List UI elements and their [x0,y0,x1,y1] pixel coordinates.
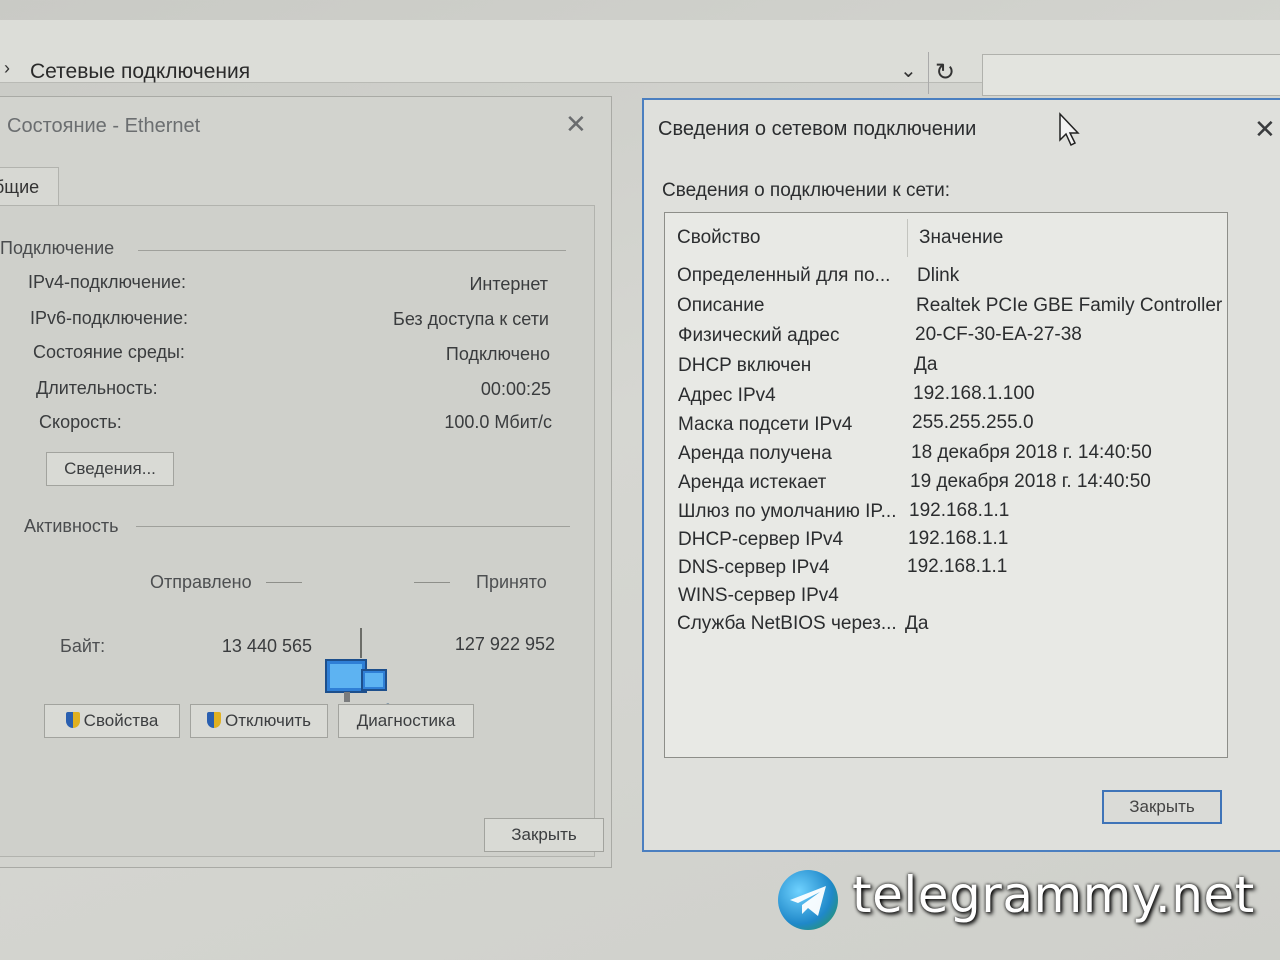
received-label: Принято [476,572,547,592]
search-input[interactable] [982,54,1280,96]
row-value[interactable]: Да [905,613,928,635]
refresh-icon[interactable]: ↻ [928,52,961,94]
properties-button[interactable]: Свойства [44,704,180,738]
row-property[interactable]: Аренда истекает [678,472,826,494]
disable-button-label: Отключить [225,711,311,730]
row-property[interactable]: DHCP-сервер IPv4 [678,529,843,551]
row-value[interactable]: 19 декабря 2018 г. 14:40:50 [910,471,1151,493]
column-header-property[interactable]: Свойство [677,227,760,249]
status-close-button[interactable]: Закрыть [484,818,604,852]
row-property[interactable]: DHCP включен [678,355,811,377]
row-property[interactable]: Служба NetBIOS через... [677,613,897,635]
details-button[interactable]: Сведения... [46,452,174,486]
connection-group-label: Подключение [0,238,115,258]
row-value[interactable]: 192.168.1.100 [913,383,1035,405]
column-header-value[interactable]: Значение [919,227,1003,249]
row-value[interactable]: Dlink [917,265,959,287]
media-state-value: Подключено [445,344,550,364]
details-subtitle: Сведения о подключении к сети: [662,180,950,201]
connection-details-window: Сведения о сетевом подключении ✕ Сведени… [642,98,1280,852]
details-list-view[interactable]: Свойство Значение Определенный для по...… [664,212,1228,758]
row-property[interactable]: WINS-сервер IPv4 [678,585,839,607]
media-state-label: Состояние среды: [33,342,185,362]
explorer-address-bar: › Сетевые подключения ⌄ ↻ [0,20,1280,96]
divider [136,526,570,527]
row-value[interactable]: 255.255.255.0 [912,412,1034,434]
details-close-button[interactable]: Закрыть [1102,790,1222,824]
row-property[interactable]: Определенный для по... [677,265,890,287]
row-property[interactable]: Аренда получена [678,443,832,465]
telegram-logo-icon [778,870,838,930]
row-property[interactable]: Маска подсети IPv4 [678,414,852,436]
disable-button[interactable]: Отключить [190,704,328,738]
sent-line [266,582,302,583]
mouse-cursor-icon [1059,112,1080,147]
bytes-sent-value: 13 440 565 [221,636,312,656]
close-icon[interactable]: ✕ [1254,114,1276,145]
general-tab-panel: Подключение IPv4-подключение: Интернет I… [0,205,604,857]
uac-shield-icon [207,712,222,728]
ipv4-label: IPv4-подключение: [28,272,186,292]
duration-value: 00:00:25 [480,379,551,399]
uac-shield-icon [65,712,80,728]
duration-label: Длительность: [36,378,158,398]
column-separator[interactable] [907,219,908,257]
row-property[interactable]: Описание [677,295,764,317]
watermark-text: telegrammy.net [852,866,1255,924]
window-title: Сведения о сетевом подключении [658,118,977,140]
chevron-down-icon[interactable]: ⌄ [900,58,917,83]
properties-button-label: Свойства [83,711,159,730]
address-breadcrumb[interactable]: Сетевые подключения [30,60,250,84]
speed-label: Скорость: [39,412,122,432]
row-value[interactable]: 18 декабря 2018 г. 14:40:50 [911,442,1152,464]
bytes-received-value: 127 922 952 [454,634,555,654]
row-value[interactable]: 20-CF-30-EA-27-38 [915,324,1082,346]
row-property[interactable]: Шлюз по умолчанию IP... [678,501,896,523]
tab-general[interactable]: бщие [0,167,59,206]
ethernet-status-window: Состояние - Ethernet ✕ бщие Подключение … [0,96,612,868]
window-title: Состояние - Ethernet [7,115,201,137]
divider [138,250,566,251]
row-value[interactable]: Realtek PCIe GBE Family Controller [916,295,1222,317]
row-property[interactable]: DNS-сервер IPv4 [678,557,829,579]
row-value[interactable]: 192.168.1.1 [908,528,1008,550]
close-icon[interactable]: ✕ [565,109,587,140]
sent-label: Отправлено [150,572,252,592]
row-property[interactable]: Адрес IPv4 [678,385,776,407]
bytes-separator [360,628,362,658]
ipv4-value: Интернет [469,274,548,294]
received-line [414,582,450,583]
ipv6-value: Без доступа к сети [393,309,549,329]
ipv6-label: IPv6-подключение: [30,308,188,328]
row-value[interactable]: Да [914,354,937,376]
chevron-right-icon[interactable]: › [4,58,10,79]
diagnose-button[interactable]: Диагностика [338,704,474,738]
row-property[interactable]: Физический адрес [678,325,839,347]
row-value[interactable]: 192.168.1.1 [909,500,1009,522]
speed-value: 100.0 Мбит/с [444,412,552,432]
row-value[interactable]: 192.168.1.1 [907,556,1007,578]
bytes-label: Байт: [60,636,106,656]
activity-group-label: Активность [24,516,119,536]
